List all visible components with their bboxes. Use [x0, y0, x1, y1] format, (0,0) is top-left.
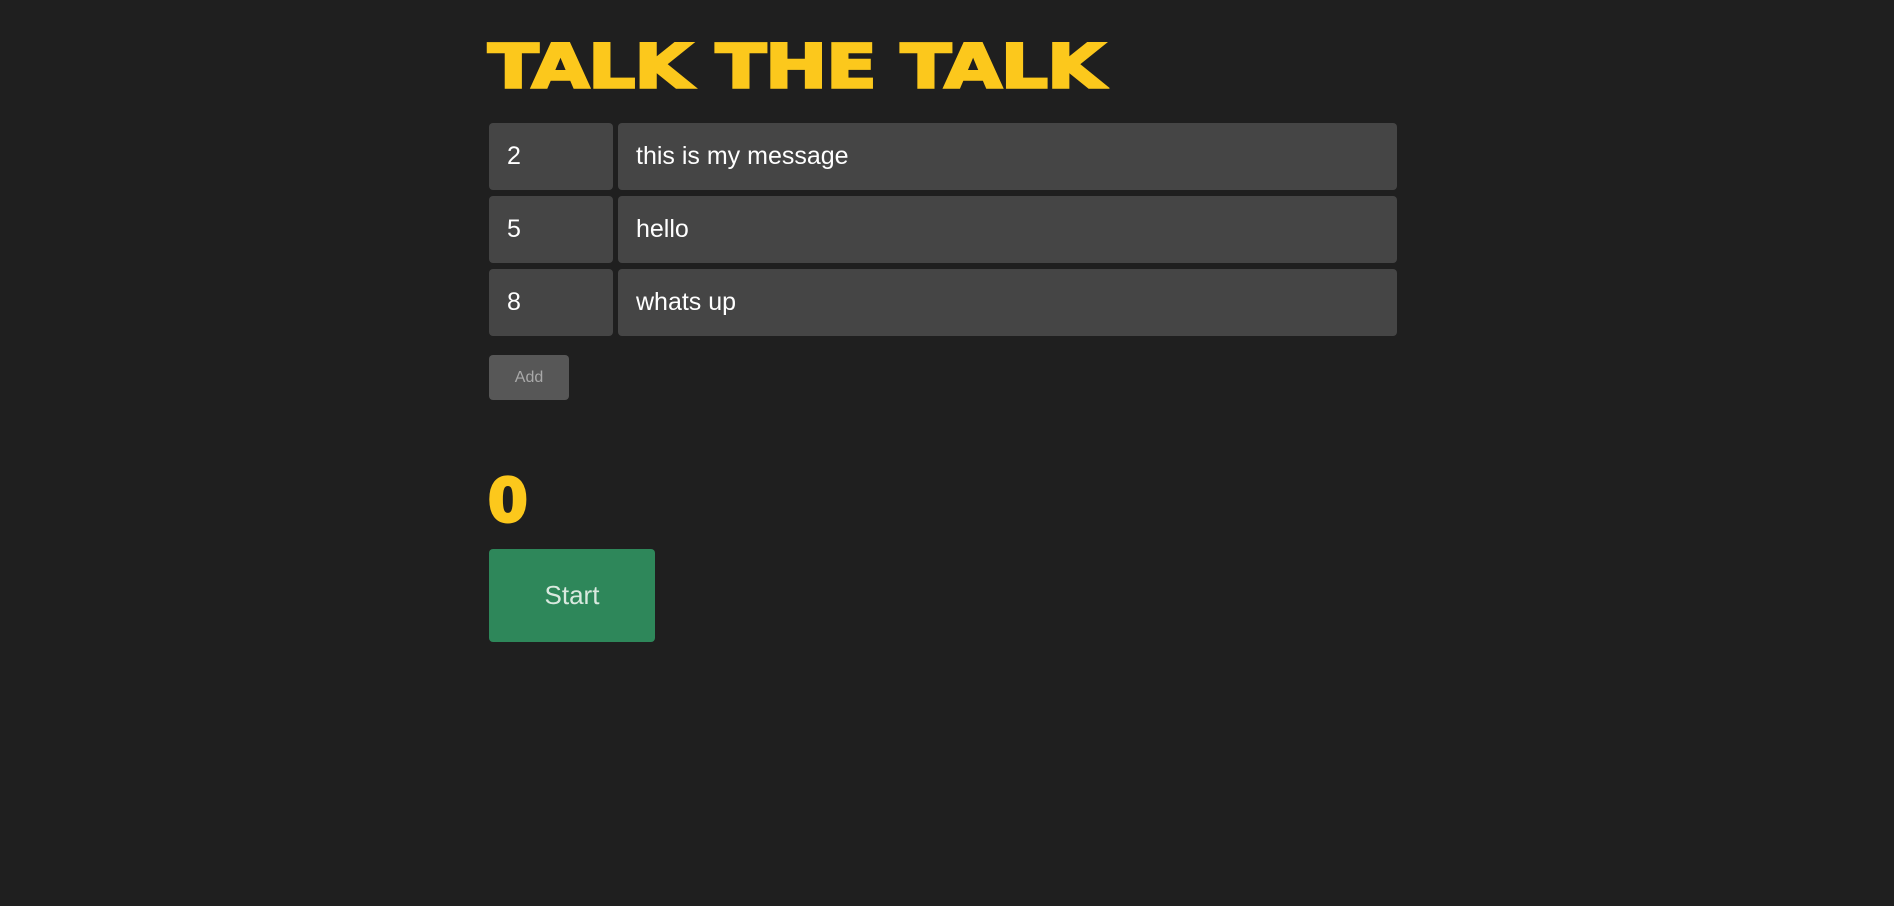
time-input[interactable] — [489, 269, 613, 336]
message-row — [489, 269, 1397, 336]
time-input[interactable] — [489, 123, 613, 190]
message-input[interactable] — [618, 269, 1397, 336]
message-row — [489, 196, 1397, 263]
timer-display: 0 — [487, 466, 529, 536]
message-input[interactable] — [618, 196, 1397, 263]
message-list — [489, 123, 1397, 342]
message-row — [489, 123, 1397, 190]
page-title: Talk the Talk — [486, 31, 1106, 103]
start-button[interactable]: Start — [489, 549, 655, 642]
time-input[interactable] — [489, 196, 613, 263]
message-input[interactable] — [618, 123, 1397, 190]
add-button[interactable]: Add — [489, 355, 569, 400]
